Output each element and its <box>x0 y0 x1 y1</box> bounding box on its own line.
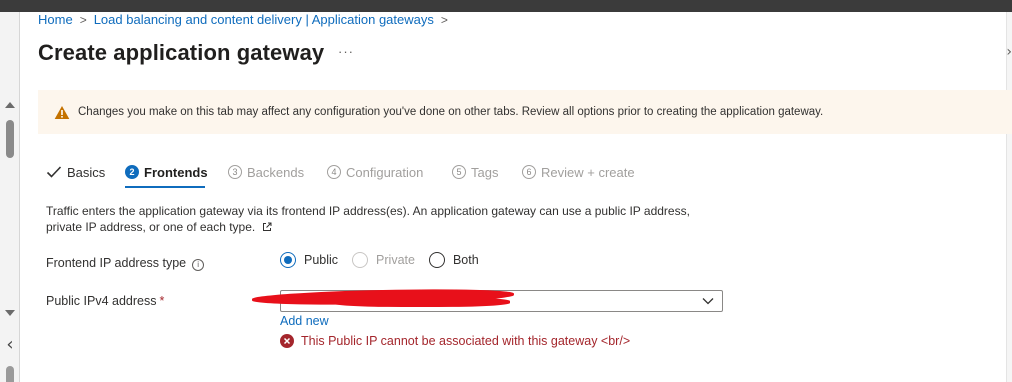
breadcrumb: Home > Load balancing and content delivery… <box>38 12 455 27</box>
tab-tags[interactable]: 5 Tags <box>452 160 498 184</box>
radio-dot[interactable] <box>428 252 445 268</box>
radio-dot[interactable] <box>352 252 369 268</box>
breadcrumb-separator-icon: > <box>79 13 87 27</box>
frontends-description: Traffic enters the application gateway v… <box>46 203 706 235</box>
tab-frontends[interactable]: 2 Frontends <box>125 160 208 184</box>
right-edge-panel <box>1006 12 1012 382</box>
step-number-badge: 5 <box>452 165 466 179</box>
scroll-thumb[interactable] <box>6 120 14 158</box>
validation-error: This Public IP cannot be associated with… <box>280 334 630 348</box>
scroll-up-arrow-icon[interactable] <box>5 102 15 108</box>
redaction-mark <box>330 297 510 307</box>
info-icon[interactable]: i <box>192 258 205 271</box>
scroll-down-arrow-icon[interactable] <box>5 310 15 316</box>
radio-public[interactable]: Public <box>280 252 338 268</box>
tab-configuration[interactable]: 4 Configuration <box>327 160 423 184</box>
radio-both[interactable]: Both <box>428 252 479 268</box>
warning-banner: Changes you make on this tab may affect … <box>38 90 1012 134</box>
add-new-public-ip-link[interactable]: Add new <box>280 314 329 328</box>
external-link-icon[interactable] <box>262 222 272 232</box>
tab-review-create[interactable]: 6 Review + create <box>522 160 635 184</box>
tab-label: Tags <box>471 164 499 180</box>
step-number-badge: 6 <box>522 165 536 179</box>
step-number-badge: 2 <box>125 165 139 179</box>
frontend-ip-type-label: Frontend IP address type i <box>46 256 205 271</box>
tab-label: Basics <box>67 164 106 180</box>
validation-error-text: This Public IP cannot be associated with… <box>301 334 631 348</box>
required-indicator: * <box>159 294 165 308</box>
tab-basics[interactable]: Basics <box>46 160 105 184</box>
left-scrollbar[interactable]: ‹ <box>0 12 20 382</box>
radio-dot[interactable] <box>280 252 296 268</box>
chevron-right-icon[interactable]: › <box>1006 44 1012 60</box>
error-icon <box>280 334 294 348</box>
more-options-button[interactable]: ··· <box>338 44 354 59</box>
tab-label: Backends <box>247 164 305 180</box>
checkmark-icon <box>46 166 62 178</box>
breadcrumb-separator-icon: > <box>440 13 448 27</box>
page-title: Create application gateway <box>38 40 325 65</box>
description-text: Traffic enters the application gateway v… <box>46 204 690 234</box>
window-top-bar <box>0 0 1012 12</box>
frontend-ip-type-radio-group: Public Private Both <box>280 250 493 270</box>
tab-label: Configuration <box>346 164 424 180</box>
active-tab-indicator <box>125 186 205 188</box>
tab-backends[interactable]: 3 Backends <box>228 160 304 184</box>
breadcrumb-home-link[interactable]: Home <box>38 12 73 27</box>
collapse-chevron-left-icon[interactable]: ‹ <box>0 330 20 360</box>
warning-icon <box>54 105 70 119</box>
chevron-down-icon[interactable] <box>702 297 714 305</box>
breadcrumb-application-gateways-link[interactable]: Load balancing and content delivery | Ap… <box>94 12 434 27</box>
public-ipv4-label: Public IPv4 address * <box>46 294 165 308</box>
tab-label: Frontends <box>144 164 208 180</box>
step-number-badge: 4 <box>327 165 341 179</box>
warning-text: Changes you make on this tab may affect … <box>78 106 824 118</box>
step-number-badge: 3 <box>228 165 242 179</box>
horizontal-scroll-thumb[interactable] <box>6 366 14 382</box>
tab-label: Review + create <box>541 164 635 180</box>
radio-private[interactable]: Private <box>352 252 415 268</box>
